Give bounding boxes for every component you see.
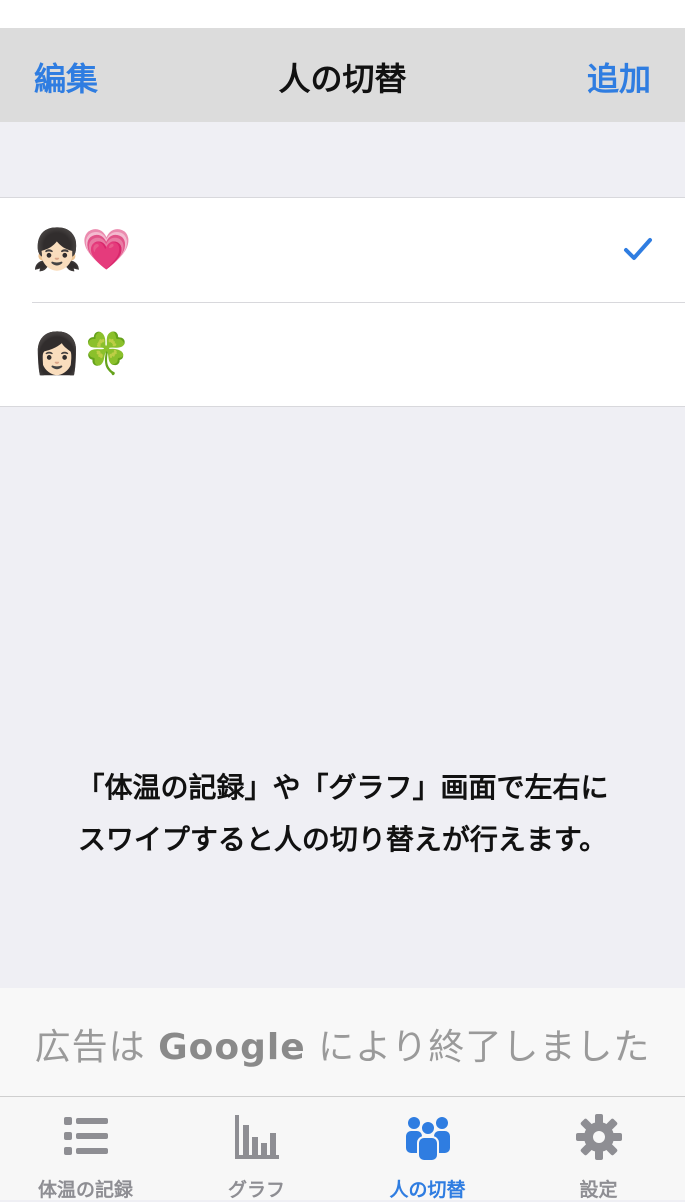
person-list: 👧🏻💗 👩🏻🍀 xyxy=(0,197,685,407)
checkmark-icon xyxy=(624,238,652,260)
ad-prefix: 広告は xyxy=(34,1027,146,1068)
ad-brand: Google xyxy=(158,1027,306,1068)
person-label: 👩🏻🍀 xyxy=(32,331,132,377)
tab-label: 体温の記録 xyxy=(37,1179,133,1201)
hint-line-1: 「体温の記録」や「グラフ」画面で左右に xyxy=(76,771,609,804)
tab-settings[interactable]: 設定 xyxy=(513,1097,684,1201)
tab-label: グラフ xyxy=(227,1179,285,1201)
people-icon xyxy=(405,1117,450,1161)
page-title: 人の切替 xyxy=(278,60,407,98)
hint-line-2: スワイプすると人の切り替えが行えます。 xyxy=(77,823,608,856)
list-icon xyxy=(63,1117,108,1155)
status-bar-area xyxy=(0,0,685,28)
person-row-1[interactable]: 👧🏻💗 xyxy=(0,198,685,302)
gear-icon xyxy=(575,1114,622,1160)
add-button[interactable]: 追加 xyxy=(587,54,651,100)
person-label: 👧🏻💗 xyxy=(32,227,132,273)
tab-temperature-record[interactable]: 体温の記録 xyxy=(0,1097,171,1201)
tab-bar: 体温の記録 グラフ 人の切替 設定 xyxy=(0,1096,685,1201)
ad-message: 広告は Google により終了しました xyxy=(0,1018,685,1070)
tab-switch-person[interactable]: 人の切替 xyxy=(342,1097,513,1201)
bar-chart-icon xyxy=(234,1115,279,1159)
swipe-hint-text: 「体温の記録」や「グラフ」画面で左右に スワイプすると人の切り替えが行えます。 xyxy=(0,762,685,866)
ad-suffix: により終了しました xyxy=(318,1027,651,1068)
tab-graph[interactable]: グラフ xyxy=(171,1097,342,1201)
tab-label: 人の切替 xyxy=(389,1179,466,1201)
ad-banner[interactable]: 広告は Google により終了しました xyxy=(0,988,685,1096)
navigation-bar: 編集 人の切替 追加 xyxy=(0,28,685,122)
person-row-2[interactable]: 👩🏻🍀 xyxy=(0,302,685,406)
tab-label: 設定 xyxy=(579,1179,618,1201)
